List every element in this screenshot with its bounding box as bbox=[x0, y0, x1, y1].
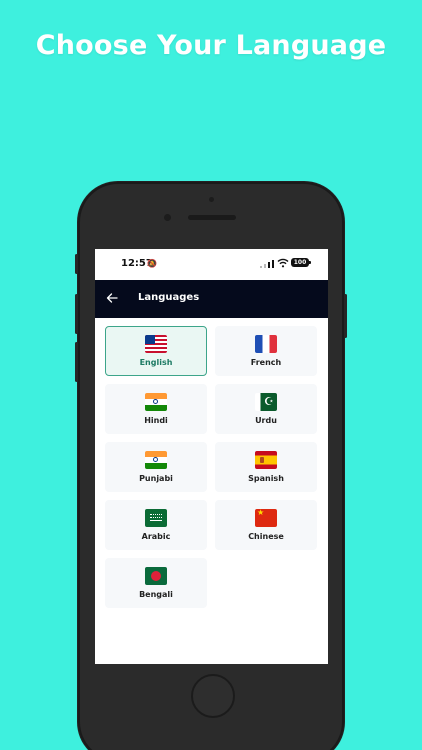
language-label: French bbox=[250, 358, 282, 367]
cellular-signal-icon bbox=[260, 260, 274, 268]
language-option-chinese[interactable]: Chinese bbox=[215, 500, 317, 550]
language-label: Hindi bbox=[144, 416, 168, 425]
language-label: English bbox=[139, 358, 173, 367]
us-flag-icon bbox=[145, 335, 167, 353]
spain-flag-icon bbox=[255, 451, 277, 469]
language-option-arabic[interactable]: Arabic bbox=[105, 500, 207, 550]
language-option-french[interactable]: French bbox=[215, 326, 317, 376]
earpiece-speaker bbox=[188, 215, 236, 220]
page-headline: Choose Your Language bbox=[35, 30, 387, 61]
status-bar: 12:57 🔕 100 bbox=[95, 249, 328, 279]
mute-switch bbox=[75, 254, 78, 274]
language-label: Spanish bbox=[248, 474, 284, 483]
phone-frame: 12:57 🔕 100 Languages English French Hin… bbox=[75, 182, 347, 750]
volume-down-button bbox=[75, 342, 78, 382]
language-grid: English French Hindi Urdu Punjabi Spanis… bbox=[105, 326, 318, 608]
language-option-hindi[interactable]: Hindi bbox=[105, 384, 207, 434]
language-label: Arabic bbox=[141, 532, 171, 541]
india-flag-icon bbox=[145, 451, 167, 469]
sensor-dot bbox=[209, 197, 214, 202]
pakistan-flag-icon bbox=[255, 393, 277, 411]
battery-tip bbox=[309, 261, 311, 264]
battery-icon: 100 bbox=[291, 258, 309, 267]
power-button bbox=[344, 294, 347, 338]
app-bar-title: Languages bbox=[138, 292, 200, 303]
language-option-bengali[interactable]: Bengali bbox=[105, 558, 207, 608]
language-label: Bengali bbox=[139, 590, 173, 599]
wifi-icon bbox=[277, 258, 289, 268]
language-option-urdu[interactable]: Urdu bbox=[215, 384, 317, 434]
volume-up-button bbox=[75, 294, 78, 334]
app-bar: Languages bbox=[95, 280, 328, 318]
language-option-english[interactable]: English bbox=[105, 326, 207, 376]
bangladesh-flag-icon bbox=[145, 567, 167, 585]
front-camera bbox=[164, 214, 171, 221]
saudi-arabia-flag-icon bbox=[145, 509, 167, 527]
language-label: Punjabi bbox=[139, 474, 173, 483]
home-button[interactable] bbox=[191, 674, 235, 718]
language-label: Chinese bbox=[248, 532, 284, 541]
language-label: Urdu bbox=[255, 416, 277, 425]
france-flag-icon bbox=[255, 335, 277, 353]
back-arrow-icon[interactable] bbox=[105, 291, 119, 305]
language-option-punjabi[interactable]: Punjabi bbox=[105, 442, 207, 492]
bell-muted-icon: 🔕 bbox=[147, 259, 157, 268]
china-flag-icon bbox=[255, 509, 277, 527]
phone-screen: 12:57 🔕 100 Languages English French Hin… bbox=[95, 249, 328, 664]
india-flag-icon bbox=[145, 393, 167, 411]
language-option-spanish[interactable]: Spanish bbox=[215, 442, 317, 492]
